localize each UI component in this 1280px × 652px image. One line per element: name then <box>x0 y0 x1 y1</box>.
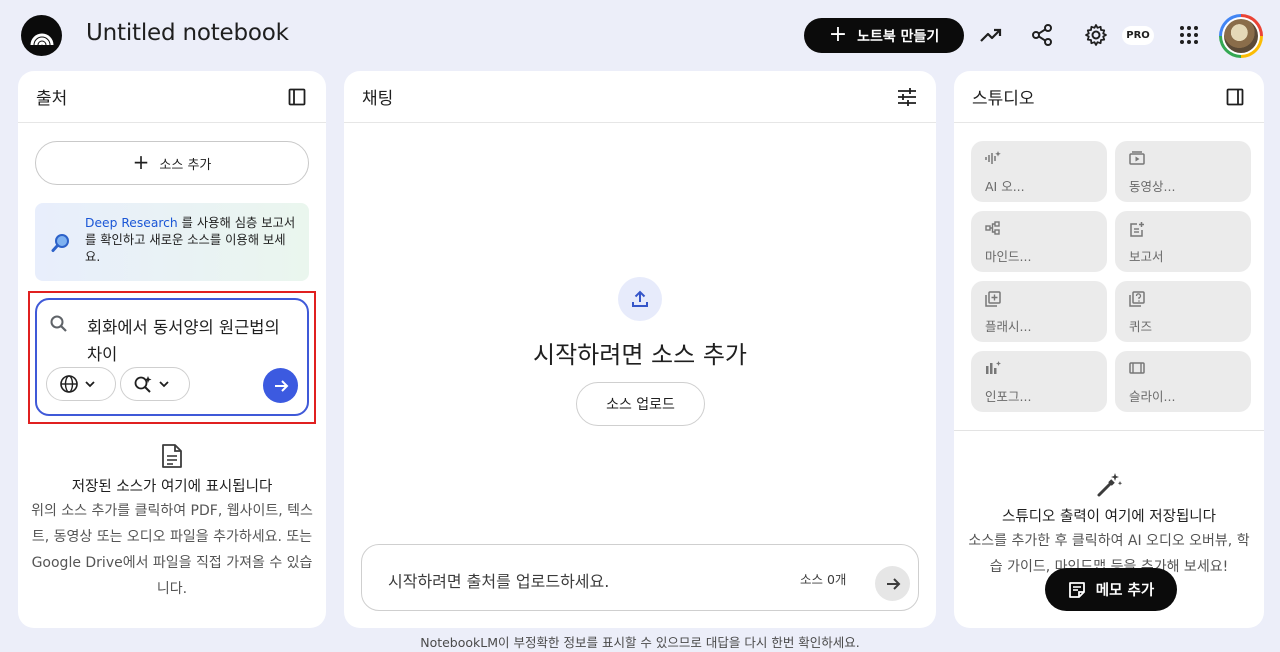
studio-tile-label: 플래시... <box>985 319 1032 334</box>
add-source-button[interactable]: + 소스 추가 <box>35 141 309 185</box>
studio-tile-label: 슬라이... <box>1129 389 1176 404</box>
note-icon <box>1068 581 1086 599</box>
sources-header: 출처 <box>18 71 326 123</box>
studio-tile-flashcards[interactable]: 플래시... <box>971 281 1107 342</box>
mindmap-icon <box>985 221 1001 235</box>
add-memo-button[interactable]: 메모 추가 <box>1045 568 1177 611</box>
analytics-icon[interactable] <box>976 20 1006 50</box>
document-icon <box>18 443 326 469</box>
slides-icon <box>1129 361 1145 375</box>
quiz-icon <box>1129 291 1145 307</box>
studio-tile-label: 인포그... <box>985 389 1032 404</box>
sources-title: 출처 <box>36 89 68 109</box>
studio-panel: 스튜디오 AI 오... 동영상... 마인드... 보고서 플래시... 퀴즈… <box>954 71 1264 628</box>
submit-search-button[interactable] <box>263 368 298 403</box>
video-icon <box>1129 151 1145 165</box>
studio-tile-quiz[interactable]: 퀴즈 <box>1115 281 1251 342</box>
search-query[interactable]: 회화에서 동서양의 원근법의 차이 <box>87 314 287 368</box>
studio-tile-label: 보고서 <box>1129 249 1164 264</box>
collapse-panel-icon[interactable] <box>286 86 308 108</box>
create-notebook-label: 노트북 만들기 <box>857 28 940 45</box>
studio-empty-heading: 스튜디오 출력이 여기에 저장됩니다 <box>1002 509 1216 525</box>
deep-research-link[interactable]: Deep Research <box>85 216 178 230</box>
upload-source-button[interactable]: 소스 업로드 <box>576 382 705 426</box>
send-button[interactable] <box>875 566 910 601</box>
chat-title: 채팅 <box>362 89 394 109</box>
studio-tile-video[interactable]: 동영상... <box>1115 141 1251 202</box>
plus-icon: + <box>828 21 848 47</box>
footer-disclaimer: NotebookLM이 부정확한 정보를 표시할 수 있으므로 대답을 다시 한… <box>420 635 860 650</box>
flashcards-icon <box>985 291 1001 307</box>
notebooklm-logo-icon[interactable] <box>21 15 62 56</box>
settings-icon[interactable] <box>1081 20 1111 50</box>
source-search-box[interactable]: 회화에서 동서양의 원근법의 차이 <box>35 298 309 416</box>
chat-input-placeholder[interactable]: 시작하려면 출처를 업로드하세요. <box>388 568 609 592</box>
share-icon[interactable] <box>1027 20 1057 50</box>
studio-empty-state: 스튜디오 출력이 여기에 저장됩니다 소스를 추가한 후 클릭하여 AI 오디오… <box>954 471 1264 580</box>
arrow-right-icon <box>886 577 900 590</box>
top-bar: Untitled notebook + 노트북 만들기 PRO <box>0 0 1280 70</box>
apps-grid-icon[interactable] <box>1174 20 1204 50</box>
sources-empty-description: 위의 소스 추가를 클릭하여 PDF, 웹사이트, 텍스트, 동영상 또는 오디… <box>31 503 313 597</box>
deep-research-banner: Deep Research 를 사용해 심층 보고서를 확인하고 새로운 소스를… <box>35 203 309 281</box>
studio-tile-slides[interactable]: 슬라이... <box>1115 351 1251 412</box>
chat-input-box[interactable]: 시작하려면 출처를 업로드하세요. 소스 0개 <box>361 544 919 611</box>
web-source-dropdown[interactable] <box>46 367 116 401</box>
collapse-panel-icon[interactable] <box>1224 86 1246 108</box>
studio-tile-mindmap[interactable]: 마인드... <box>971 211 1107 272</box>
audio-waveform-icon <box>985 151 1001 165</box>
notebook-title[interactable]: Untitled notebook <box>86 20 289 46</box>
studio-tile-infographic[interactable]: 인포그... <box>971 351 1107 412</box>
arrow-right-icon <box>274 379 288 392</box>
studio-divider <box>954 430 1264 431</box>
studio-tile-label: AI 오... <box>985 179 1025 194</box>
studio-tile-label: 동영상... <box>1129 179 1176 194</box>
studio-tile-audio[interactable]: AI 오... <box>971 141 1107 202</box>
pro-badge: PRO <box>1122 26 1154 45</box>
upload-icon <box>618 277 662 321</box>
add-source-label: 소스 추가 <box>159 157 212 173</box>
studio-tile-label: 퀴즈 <box>1129 319 1153 334</box>
chevron-down-icon <box>83 377 97 391</box>
report-icon <box>1129 221 1145 237</box>
sources-empty-heading: 저장된 소스가 여기에 표시됩니다 <box>71 479 273 495</box>
add-memo-label: 메모 추가 <box>1095 583 1155 599</box>
magnifier-icon <box>51 233 71 253</box>
tune-settings-icon[interactable] <box>896 86 918 108</box>
chat-header: 채팅 <box>344 71 936 123</box>
chat-empty-heading: 시작하려면 소스 추가 <box>533 341 747 369</box>
magic-wand-icon <box>954 471 1264 499</box>
search-icon <box>49 314 69 334</box>
research-mode-dropdown[interactable] <box>120 367 190 401</box>
studio-header: 스튜디오 <box>954 71 1264 123</box>
plus-icon: + <box>132 150 150 174</box>
globe-icon <box>59 374 79 394</box>
studio-title: 스튜디오 <box>972 89 1035 109</box>
source-count: 소스 0개 <box>800 572 847 587</box>
sources-empty-state: 저장된 소스가 여기에 표시됩니다 위의 소스 추가를 클릭하여 PDF, 웹사… <box>18 443 326 602</box>
create-notebook-button[interactable]: + 노트북 만들기 <box>804 18 964 53</box>
chat-panel: 채팅 시작하려면 소스 추가 소스 업로드 시작하려면 출처를 업로드하세요. … <box>344 71 936 628</box>
infographic-icon <box>985 361 1001 375</box>
sources-panel: 출처 + 소스 추가 Deep Research 를 사용해 심층 보고서를 확… <box>18 71 326 628</box>
avatar-image <box>1224 19 1258 53</box>
studio-tile-report[interactable]: 보고서 <box>1115 211 1251 272</box>
user-avatar[interactable] <box>1219 14 1263 58</box>
chevron-down-icon <box>157 377 171 391</box>
sparkle-search-icon <box>133 374 153 394</box>
studio-tile-label: 마인드... <box>985 249 1032 264</box>
